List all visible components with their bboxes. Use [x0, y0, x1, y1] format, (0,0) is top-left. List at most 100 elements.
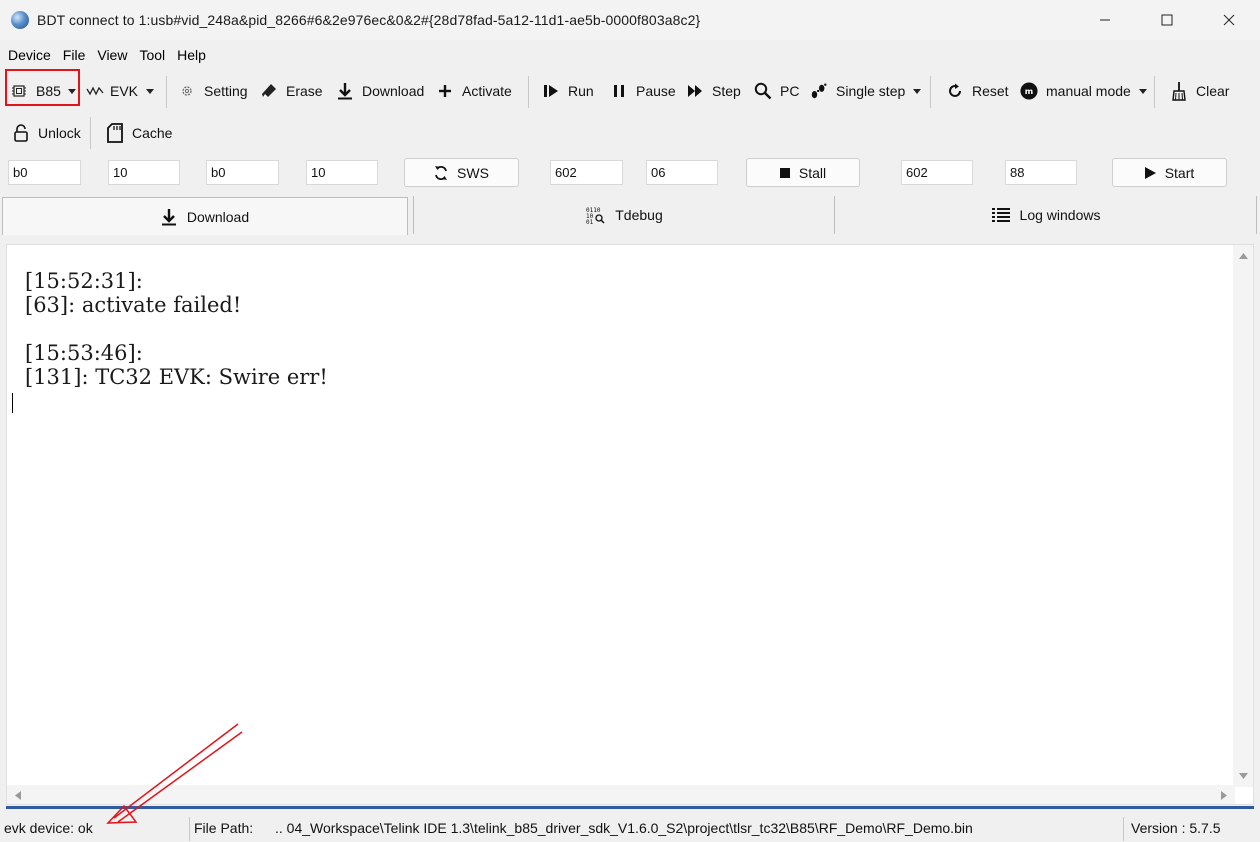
scroll-down-icon [1239, 773, 1248, 779]
single-step-dropdown[interactable]: Single step [810, 70, 922, 112]
address-field-1[interactable]: b0 [8, 160, 81, 185]
toolbar-divider [528, 76, 529, 108]
sws-label: SWS [457, 164, 489, 181]
toolbar-divider [166, 76, 167, 108]
pc-label: PC [780, 83, 800, 99]
step-button[interactable]: Step [686, 70, 741, 112]
cache-button[interactable]: Cache [106, 112, 172, 154]
version-label: Version : 5.7.5 [1131, 820, 1221, 836]
main-toolbar: B85 EVK Setting Erase Download Activate [0, 70, 1260, 112]
view-tabs: Download 0110 10 01 Tdebug Log windows [0, 195, 1260, 235]
refresh-icon [946, 82, 964, 100]
fast-forward-icon [686, 82, 704, 100]
mode-dropdown[interactable]: m manual mode [1020, 70, 1147, 112]
address-field-4[interactable]: 602 [901, 160, 973, 185]
broom-icon [1170, 82, 1188, 101]
download-button[interactable]: Download [336, 70, 424, 112]
menu-file[interactable]: File [57, 47, 92, 63]
log-line: [63]: activate failed! [25, 293, 242, 317]
minimize-button[interactable] [1074, 0, 1136, 40]
log-line: [131]: TC32 EVK: Swire err! [25, 365, 328, 389]
stall-button[interactable]: Stall [746, 158, 860, 187]
tab-download[interactable]: Download [2, 197, 408, 235]
run-icon [542, 82, 560, 100]
toolbar-divider [1154, 76, 1155, 108]
address-field-3[interactable]: 602 [550, 160, 623, 185]
status-divider [189, 817, 190, 841]
address-field-2[interactable]: b0 [206, 160, 279, 185]
setting-button[interactable]: Setting [178, 70, 248, 112]
tab-log-label: Log windows [1019, 207, 1101, 223]
tab-tdebug-label: Tdebug [615, 207, 663, 223]
close-button[interactable] [1198, 0, 1260, 40]
menu-device[interactable]: Device [2, 47, 57, 63]
binary-search-icon: 0110 10 01 [585, 205, 605, 225]
horizontal-scrollbar[interactable] [7, 785, 1235, 804]
activate-button[interactable]: Activate [436, 70, 512, 112]
unlock-button[interactable]: Unlock [12, 112, 81, 154]
toolbar-divider [930, 76, 931, 108]
clear-label: Clear [1196, 83, 1230, 99]
download-arrow-icon [161, 208, 177, 226]
list-icon [991, 207, 1010, 223]
run-label: Run [568, 83, 594, 99]
start-button[interactable]: Start [1112, 158, 1227, 187]
download-arrow-icon [336, 82, 354, 100]
evk-dropdown[interactable]: EVK [86, 70, 155, 112]
length-field-2[interactable]: 10 [306, 160, 378, 185]
erase-button[interactable]: Erase [260, 70, 323, 112]
step-label: Step [712, 83, 741, 99]
reset-button[interactable]: Reset [946, 70, 1009, 112]
value-field-4[interactable]: 88 [1005, 160, 1077, 185]
clear-button[interactable]: Clear [1170, 70, 1229, 112]
chevron-down-icon [146, 88, 155, 94]
tab-log-windows[interactable]: Log windows [836, 195, 1256, 235]
maximize-icon [1161, 14, 1173, 26]
menu-tool[interactable]: Tool [133, 47, 171, 63]
device-status: evk device: ok [4, 820, 93, 836]
single-step-label: Single step [836, 83, 906, 99]
menu-help[interactable]: Help [171, 47, 212, 63]
status-progress-line [6, 806, 1254, 809]
tab-tdebug[interactable]: 0110 10 01 Tdebug [414, 195, 834, 235]
pause-label: Pause [636, 83, 676, 99]
pause-button[interactable]: Pause [610, 70, 676, 112]
unlock-icon [12, 124, 30, 142]
tab-divider [1256, 196, 1257, 234]
play-icon [1144, 166, 1156, 179]
setting-label: Setting [204, 83, 248, 99]
erase-label: Erase [286, 83, 323, 99]
pc-button[interactable]: PC [754, 70, 799, 112]
tab-download-label: Download [186, 208, 250, 225]
length-field-1[interactable]: 10 [108, 160, 180, 185]
menu-view[interactable]: View [91, 47, 133, 63]
gear-icon [178, 82, 196, 100]
chevron-down-icon [913, 88, 922, 94]
scroll-left-icon [15, 791, 21, 800]
tab-divider [413, 196, 414, 234]
maximize-button[interactable] [1136, 0, 1198, 40]
mode-label: manual mode [1046, 83, 1131, 99]
eraser-icon [260, 82, 278, 100]
app-globe-icon [11, 11, 29, 29]
reset-label: Reset [972, 83, 1009, 99]
status-divider [1123, 817, 1124, 841]
pause-icon [610, 82, 628, 100]
log-text: [15:52:31]: [63]: activate failed! [15:5… [25, 269, 328, 389]
value-field-3[interactable]: 06 [646, 160, 718, 185]
title-bar: BDT connect to 1:usb#vid_248a&pid_8266#6… [0, 0, 1260, 40]
run-button[interactable]: Run [542, 70, 594, 112]
sd-card-icon [106, 123, 124, 143]
search-icon [754, 82, 772, 100]
unlock-label: Unlock [38, 125, 81, 141]
start-label: Start [1164, 164, 1195, 181]
sws-button[interactable]: SWS [404, 158, 519, 187]
sync-icon [434, 165, 448, 181]
plus-icon [436, 82, 454, 100]
stop-square-icon [779, 167, 790, 178]
footsteps-icon [810, 82, 828, 100]
chevron-down-icon [1138, 88, 1147, 94]
vertical-scrollbar[interactable] [1233, 245, 1253, 787]
log-output[interactable]: [15:52:31]: [63]: activate failed! [15:5… [6, 244, 1254, 805]
window-title: BDT connect to 1:usb#vid_248a&pid_8266#6… [37, 12, 701, 28]
